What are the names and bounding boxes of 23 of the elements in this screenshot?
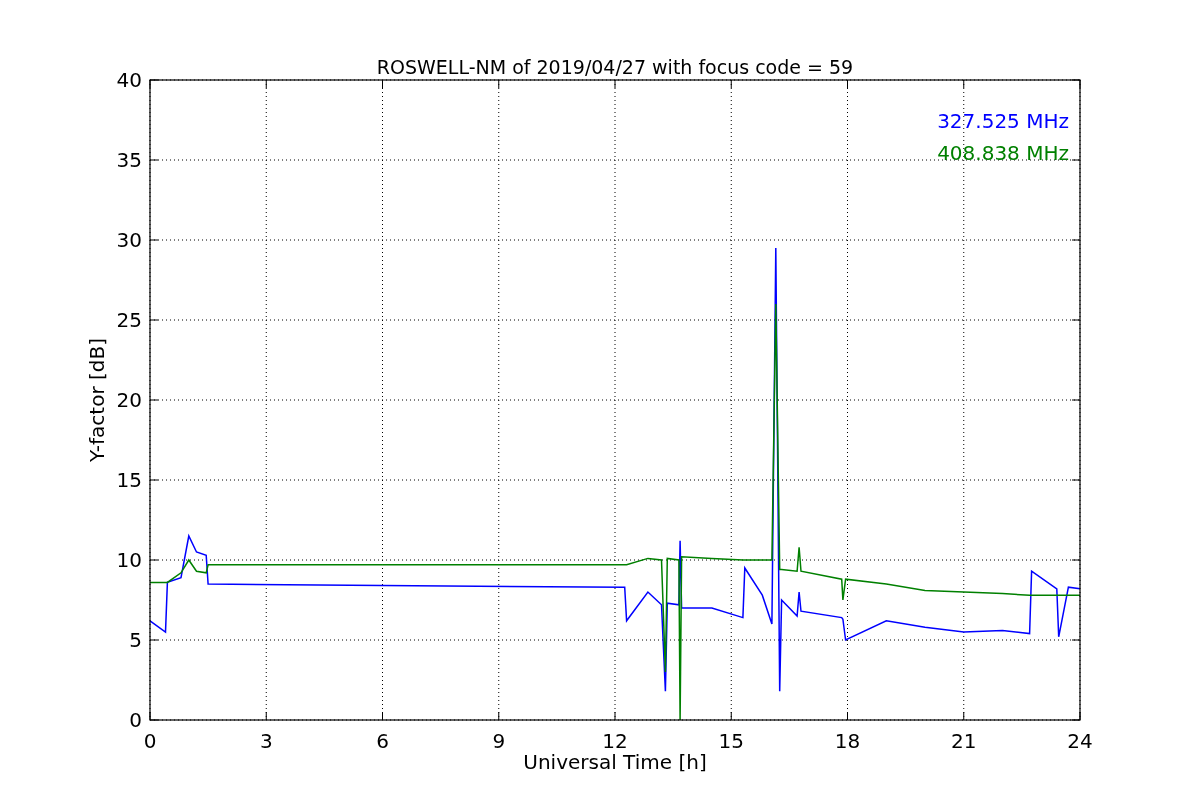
- axis-label: Y-factor [dB]: [85, 338, 109, 462]
- tick-label: 5: [129, 628, 142, 652]
- tick-label: 10: [116, 548, 142, 572]
- tick-label: 24: [1067, 729, 1093, 753]
- tick-label: 25: [116, 308, 142, 332]
- tick-label: 15: [116, 468, 142, 492]
- tick-label: 20: [116, 388, 142, 412]
- chart-title: ROSWELL-NM of 2019/04/27 with focus code = 59: [376, 56, 854, 78]
- axis-label: Universal Time [h]: [523, 750, 707, 774]
- tick-label: 0: [129, 708, 142, 732]
- tick-label: 3: [259, 729, 273, 753]
- tick-label: 6: [376, 729, 389, 753]
- tick-label: 12: [602, 729, 628, 753]
- tick-label: 9: [492, 729, 506, 753]
- tick-label: 18: [834, 729, 861, 753]
- tick-label: 40: [116, 68, 142, 92]
- tick-label: 35: [116, 148, 142, 172]
- legend-label: 408.838 MHz: [937, 141, 1069, 165]
- tick-label: 21: [951, 729, 977, 753]
- tick-label: 15: [718, 729, 744, 753]
- tick-label: 0: [143, 729, 157, 753]
- tick-label: 30: [116, 228, 142, 252]
- legend-label: 327.525 MHz: [937, 109, 1069, 133]
